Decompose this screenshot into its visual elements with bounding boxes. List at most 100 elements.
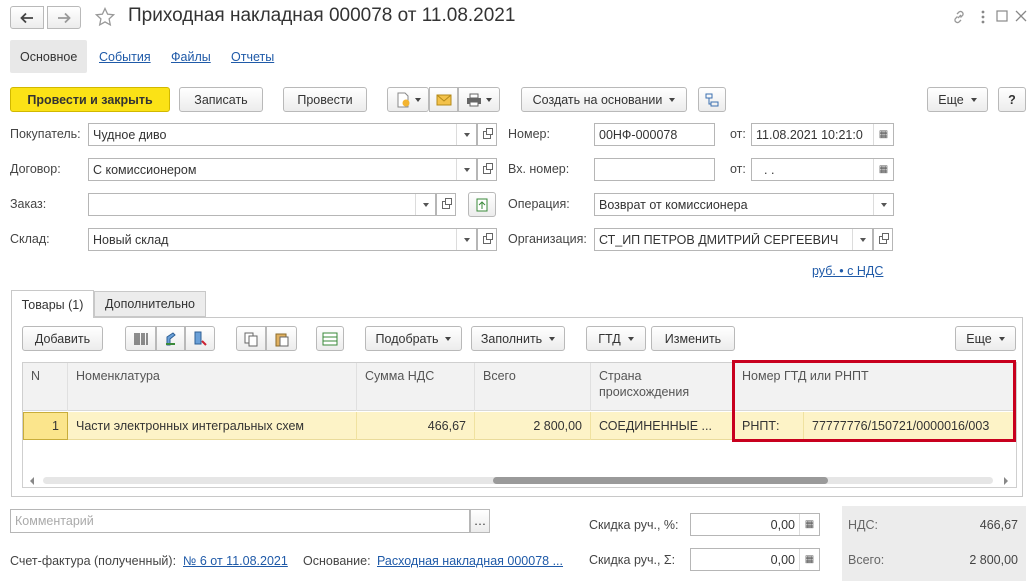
tab-events[interactable]: События [89,40,161,73]
calculator-icon[interactable]: ▦ [799,549,819,570]
calculator-icon[interactable]: ▦ [799,514,819,535]
calendar-icon[interactable]: ▦ [873,159,893,180]
print-button[interactable] [458,87,500,112]
order-open-button[interactable] [436,193,456,216]
scanner-icon [165,331,176,345]
close-icon[interactable] [1015,10,1027,22]
row-n-cell[interactable]: 1 [23,412,68,440]
discount-pct-field[interactable]: 0,00 ▦ [690,513,820,536]
buyer-open-button[interactable] [477,123,497,146]
star-icon[interactable] [95,7,115,27]
comment-edit-button[interactable]: … [470,509,490,533]
table-settings-button[interactable] [316,326,344,351]
column-header-nomenclature[interactable]: Номенклатура [68,363,357,411]
tab-main[interactable]: Основное [10,40,88,73]
chevron-down-icon[interactable] [873,194,893,215]
column-header-country[interactable]: Страна происхождения [591,363,734,411]
scanner-button[interactable] [156,326,185,351]
in-date-label: от: [730,162,746,176]
scrollbar-thumb[interactable] [493,477,828,484]
discount-pct-label: Скидка руч., %: [589,518,679,532]
printer-icon [467,93,481,106]
post-and-close-button[interactable]: Провести и закрыть [10,87,170,112]
copy-button[interactable] [236,326,266,351]
grid-more-button[interactable]: Еще [955,326,1016,351]
tsd-button[interactable] [185,326,215,351]
contract-field[interactable]: С комиссионером [88,158,477,181]
warehouse-open-button[interactable] [477,228,497,251]
paste-icon [275,333,288,346]
window-title: Приходная накладная 000078 от 11.08.2021 [128,5,516,26]
contract-open-button[interactable] [477,158,497,181]
maximize-icon[interactable] [996,10,1008,22]
more-button[interactable]: Еще [927,87,988,112]
chevron-down-icon[interactable] [456,229,476,250]
open-icon [879,232,889,244]
chevron-down-icon[interactable] [456,159,476,180]
table-icon [322,332,338,345]
comment-input[interactable]: Комментарий [10,509,470,533]
currency-link[interactable]: руб. • с НДС [812,264,883,278]
tab-goods[interactable]: Товары (1) [11,290,94,318]
operation-label: Операция: [508,197,570,211]
more-vertical-icon[interactable] [980,9,986,25]
scroll-right-icon[interactable] [1003,477,1009,485]
link-icon[interactable] [951,9,967,25]
column-header-total[interactable]: Всего [475,363,591,411]
documents-menu-button[interactable] [387,87,429,112]
organization-open-button[interactable] [873,228,893,251]
create-based-on-button[interactable]: Создать на основании [521,87,687,112]
invoice-link[interactable]: № 6 от 11.08.2021 [183,554,288,568]
organization-label: Организация: [508,232,587,246]
calendar-icon[interactable]: ▦ [873,124,893,145]
column-header-vat[interactable]: Сумма НДС [357,363,475,411]
open-icon [483,127,493,139]
tab-reports[interactable]: Отчеты [221,40,284,73]
barcode-button[interactable] [125,326,156,351]
help-button[interactable]: ? [998,87,1026,112]
discount-sum-label: Скидка руч., Σ: [589,553,676,567]
operation-field[interactable]: Возврат от комиссионера [594,193,894,216]
add-row-button[interactable]: Добавить [22,326,103,351]
row-name-cell[interactable]: Части электронных интегральных схем [68,412,357,440]
row-vat-cell[interactable]: 466,67 [357,412,475,440]
warehouse-field[interactable]: Новый склад [88,228,477,251]
row-total-cell[interactable]: 2 800,00 [475,412,591,440]
chevron-down-icon[interactable] [852,229,872,250]
tab-additional[interactable]: Дополнительно [94,291,206,317]
organization-field[interactable]: СТ_ИП ПЕТРОВ ДМИТРИЙ СЕРГЕЕВИЧ [594,228,873,251]
horizontal-scrollbar[interactable] [23,474,1016,487]
scroll-left-icon[interactable] [29,477,35,485]
open-icon [483,232,493,244]
vat-total-value: 466,67 [979,518,1018,532]
date-field[interactable]: 11.08.2021 10:21:0 ▦ [751,123,894,146]
row-country-cell[interactable]: СОЕДИНЕННЫЕ ... [591,412,734,440]
select-button[interactable]: Подобрать [365,326,462,351]
date-label: от: [730,127,746,141]
column-header-n[interactable]: N [23,363,68,411]
number-field[interactable]: 00НФ-000078 [594,123,715,146]
grand-total-label: Всего: [848,553,885,567]
fill-button[interactable]: Заполнить [471,326,565,351]
in-date-field[interactable]: . . ▦ [751,158,894,181]
structure-button[interactable] [698,87,726,112]
chevron-down-icon[interactable] [415,194,435,215]
paste-button[interactable] [266,326,297,351]
email-button[interactable] [429,87,458,112]
basis-link[interactable]: Расходная накладная 000078 ... [377,554,563,568]
back-button[interactable] [10,6,44,29]
order-field[interactable] [88,193,436,216]
save-button[interactable]: Записать [179,87,263,112]
document-icon [397,92,410,107]
chevron-down-icon[interactable] [456,124,476,145]
in-number-field[interactable] [594,158,715,181]
buyer-label: Покупатель: [10,127,81,141]
change-button[interactable]: Изменить [651,326,735,351]
discount-sum-field[interactable]: 0,00 ▦ [690,548,820,571]
forward-button[interactable] [47,6,81,29]
buyer-field[interactable]: Чудное диво [88,123,477,146]
gtd-button[interactable]: ГТД [586,326,646,351]
post-button[interactable]: Провести [283,87,367,112]
tab-files[interactable]: Файлы [161,40,221,73]
order-fill-button[interactable] [468,192,496,217]
